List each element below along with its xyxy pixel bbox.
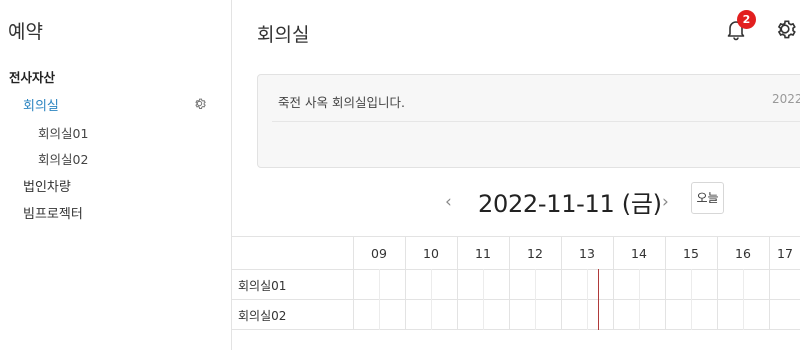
grid-line	[232, 269, 800, 270]
grid-line	[587, 269, 588, 330]
sidebar-title: 예약	[8, 21, 43, 43]
hour-label: 15	[683, 246, 699, 261]
sidebar-item-room01[interactable]: 회의실01	[38, 123, 88, 142]
grid-line	[743, 269, 744, 330]
notice-panel: 죽전 사옥 회의실입니다. 2022-	[257, 74, 800, 168]
hour-label: 14	[631, 246, 647, 261]
current-date: 2022-11-11 (금)	[478, 190, 662, 218]
hour-label: 13	[579, 246, 595, 261]
hour-label: 16	[735, 246, 751, 261]
hour-label: 11	[475, 246, 491, 261]
timeline-grid: 09 10 11 12 13 14 15 16 17 회의실01 회의실02	[232, 236, 800, 330]
today-button[interactable]: 오늘	[691, 182, 724, 214]
hour-label: 12	[527, 246, 543, 261]
notice-text: 죽전 사옥 회의실입니다.	[278, 95, 405, 110]
grid-line	[691, 269, 692, 330]
hour-label: 10	[423, 246, 439, 261]
sidebar-group-label[interactable]: 전사자산	[9, 67, 55, 86]
settings-gear-icon[interactable]	[772, 16, 798, 42]
sidebar-item-meeting-room[interactable]: 회의실	[23, 95, 59, 114]
grid-line	[379, 269, 380, 330]
grid-line	[483, 269, 484, 330]
chevron-left-icon[interactable]: ‹	[445, 192, 452, 212]
notice-date: 2022-	[772, 92, 800, 106]
chevron-right-icon[interactable]: ›	[662, 192, 669, 212]
room-row-label[interactable]: 회의실02	[238, 307, 286, 324]
current-time-indicator	[598, 269, 599, 330]
room-row-label[interactable]: 회의실01	[238, 277, 286, 294]
hour-label: 17	[777, 246, 793, 261]
notice-divider	[272, 121, 800, 122]
date-navigation: ‹ 2022-11-11 (금) ›	[0, 180, 800, 220]
grid-line	[232, 299, 800, 300]
sidebar: 예약 전사자산 회의실 회의실01 회의실02 법인차량 빔프로젝터	[0, 0, 232, 350]
gear-icon[interactable]	[192, 96, 207, 111]
grid-line	[232, 236, 800, 237]
grid-line	[431, 269, 432, 330]
grid-line	[535, 269, 536, 330]
hour-label: 09	[371, 246, 387, 261]
page-title: 회의실	[257, 24, 310, 46]
sidebar-item-room02[interactable]: 회의실02	[38, 149, 88, 168]
grid-line	[232, 329, 800, 330]
notification-badge: 2	[737, 10, 756, 29]
grid-line	[639, 269, 640, 330]
